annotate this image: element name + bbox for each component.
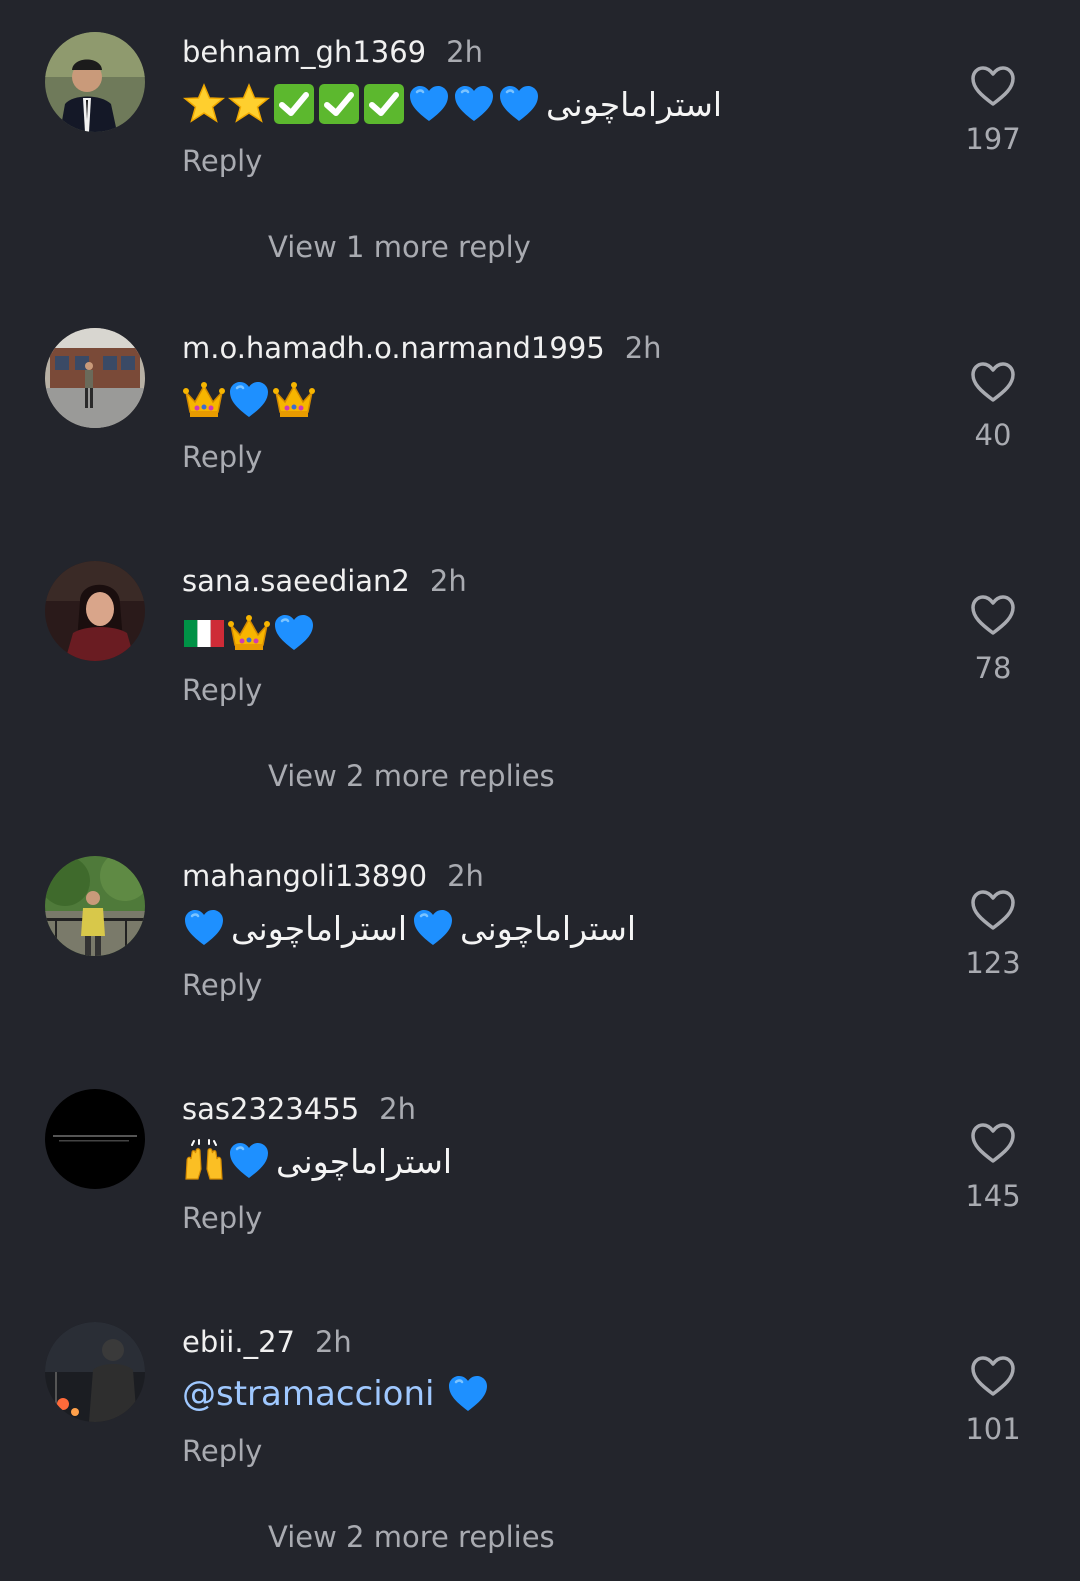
comment-time: 2h bbox=[429, 564, 467, 598]
avatar[interactable] bbox=[45, 856, 145, 956]
blue-heart-emoji bbox=[411, 906, 455, 950]
heart-outline-icon[interactable] bbox=[952, 1121, 1034, 1165]
blue-heart-emoji bbox=[407, 82, 451, 126]
comment-username[interactable]: mahangoli13890 bbox=[182, 859, 427, 893]
comment-time: 2h bbox=[379, 1092, 416, 1126]
heart-outline-icon[interactable] bbox=[952, 593, 1034, 637]
reply-button[interactable]: Reply bbox=[182, 1201, 262, 1235]
like-count: 123 bbox=[965, 946, 1021, 980]
heart-outline-icon[interactable] bbox=[952, 1354, 1034, 1398]
like-count: 197 bbox=[965, 122, 1021, 156]
italy-flag-emoji bbox=[182, 611, 226, 655]
comment-header: mahangoli13890 2h bbox=[182, 856, 484, 896]
like-count: 40 bbox=[974, 418, 1012, 452]
star-emoji bbox=[227, 82, 271, 126]
comment-persian-text: استراماچونی bbox=[276, 1141, 453, 1181]
heart-outline-icon[interactable] bbox=[952, 64, 1034, 108]
raising-hands-emoji bbox=[182, 1139, 226, 1183]
check-mark-button-emoji bbox=[362, 82, 406, 126]
like-control: 197 bbox=[952, 64, 1034, 156]
blue-heart-emoji bbox=[182, 906, 226, 950]
heart-outline-icon[interactable] bbox=[952, 888, 1034, 932]
blue-heart-emoji bbox=[497, 82, 541, 126]
comment-username[interactable]: m.o.hamadh.o.narmand1995 bbox=[182, 331, 605, 365]
avatar[interactable] bbox=[45, 561, 145, 661]
blue-heart-emoji bbox=[452, 82, 496, 126]
star-emoji bbox=[182, 82, 226, 126]
check-mark-button-emoji bbox=[272, 82, 316, 126]
like-control: 101 bbox=[952, 1354, 1034, 1446]
comment-text: @stramaccioni bbox=[182, 1370, 491, 1418]
reply-button[interactable]: Reply bbox=[182, 968, 262, 1002]
reply-button[interactable]: Reply bbox=[182, 1434, 262, 1468]
like-control: 78 bbox=[952, 593, 1034, 685]
comment-time: 2h bbox=[624, 331, 662, 365]
crown-emoji bbox=[182, 378, 226, 422]
avatar[interactable] bbox=[45, 1089, 145, 1189]
comment-persian-text: استراماچونی bbox=[231, 908, 408, 948]
comment-header: sana.saeedian2 2h bbox=[182, 561, 467, 601]
comment-text: استراماچونی bbox=[182, 1137, 456, 1185]
blue-heart-emoji bbox=[446, 1372, 490, 1416]
reply-button[interactable]: Reply bbox=[182, 673, 262, 707]
comment-header: sas2323455 2h bbox=[182, 1089, 416, 1129]
blue-heart-emoji bbox=[227, 1139, 271, 1183]
avatar[interactable] bbox=[45, 328, 145, 428]
comment-username[interactable]: behnam_gh1369 bbox=[182, 35, 426, 69]
comment-header: behnam_gh1369 2h bbox=[182, 32, 483, 72]
comment-username[interactable]: sana.saeedian2 bbox=[182, 564, 410, 598]
user-mention-link[interactable]: @stramaccioni bbox=[182, 1374, 434, 1414]
blue-heart-emoji bbox=[227, 378, 271, 422]
crown-emoji bbox=[227, 611, 271, 655]
comment-text: استراماچونی استراماچونی bbox=[182, 904, 640, 952]
comment-text bbox=[182, 376, 317, 424]
heart-outline-icon[interactable] bbox=[952, 360, 1034, 404]
reply-button[interactable]: Reply bbox=[182, 144, 262, 178]
comment-persian-text: استراماچونی bbox=[546, 84, 723, 124]
comment-text bbox=[182, 609, 317, 657]
comment-header: ebii._27 2h bbox=[182, 1322, 352, 1362]
comment-time: 2h bbox=[447, 859, 484, 893]
avatar[interactable] bbox=[45, 32, 145, 132]
like-control: 123 bbox=[952, 888, 1034, 980]
like-control: 145 bbox=[952, 1121, 1034, 1213]
comment-time: 2h bbox=[314, 1325, 352, 1359]
avatar[interactable] bbox=[45, 1322, 145, 1422]
like-count: 78 bbox=[974, 651, 1012, 685]
crown-emoji bbox=[272, 378, 316, 422]
like-count: 101 bbox=[965, 1412, 1021, 1446]
view-more-replies-button[interactable]: View 1 more reply bbox=[268, 230, 531, 264]
blue-heart-emoji bbox=[272, 611, 316, 655]
check-mark-button-emoji bbox=[317, 82, 361, 126]
comment-text: استراماچونی bbox=[182, 80, 726, 128]
view-more-replies-button[interactable]: View 2 more replies bbox=[268, 1520, 555, 1554]
view-more-replies-button[interactable]: View 2 more replies bbox=[268, 759, 555, 793]
comment-username[interactable]: sas2323455 bbox=[182, 1092, 359, 1126]
comment-header: m.o.hamadh.o.narmand1995 2h bbox=[182, 328, 662, 368]
comment-persian-text: استراماچونی bbox=[460, 908, 637, 948]
comment-time: 2h bbox=[446, 35, 483, 69]
comment-username[interactable]: ebii._27 bbox=[182, 1325, 295, 1359]
reply-button[interactable]: Reply bbox=[182, 440, 262, 474]
like-control: 40 bbox=[952, 360, 1034, 452]
like-count: 145 bbox=[965, 1179, 1021, 1213]
